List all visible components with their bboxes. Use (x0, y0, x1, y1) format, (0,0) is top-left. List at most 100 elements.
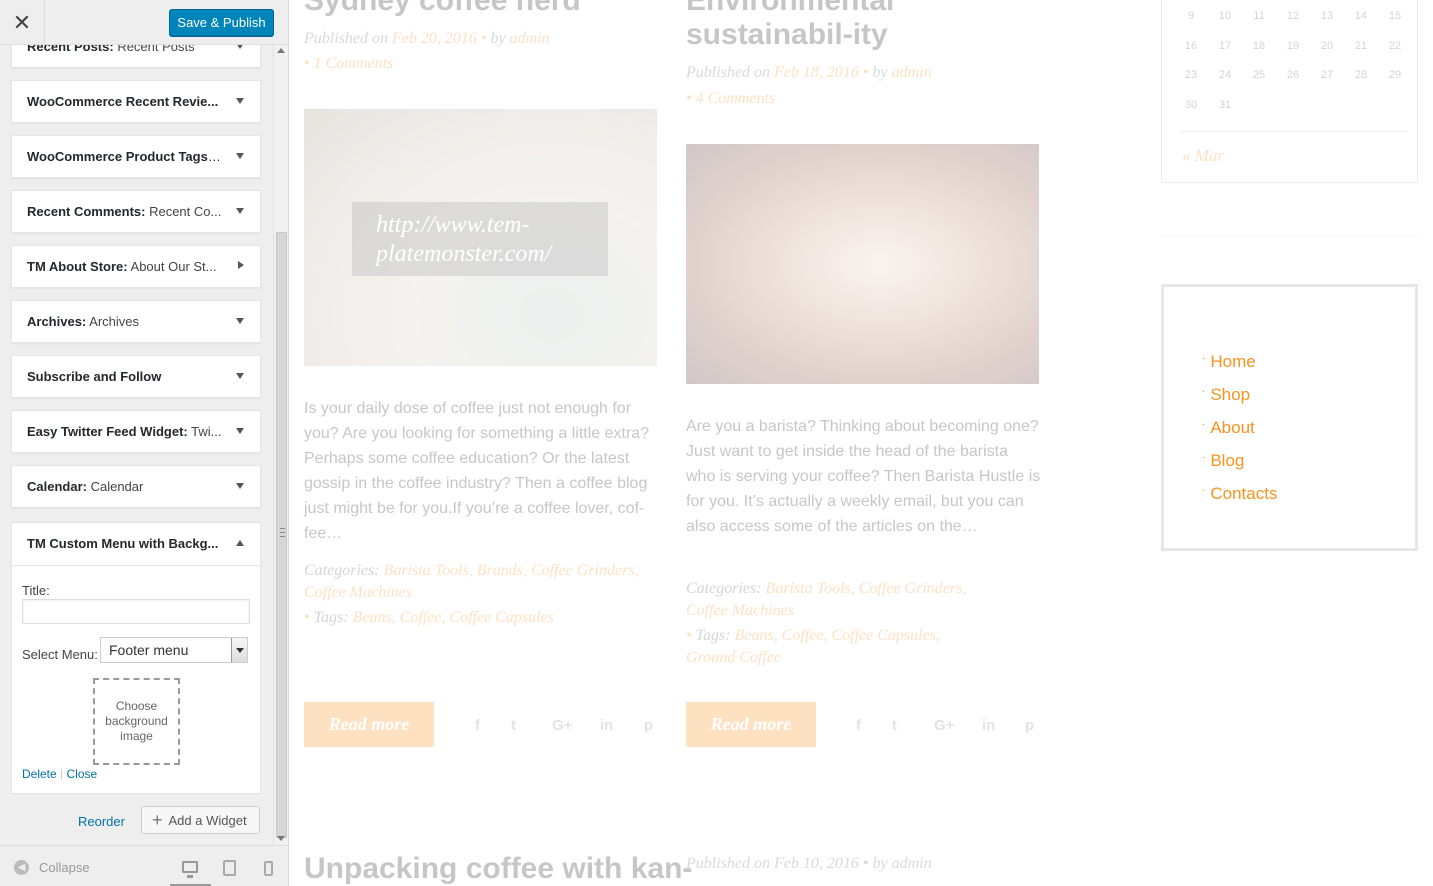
calendar-day: 14 (1354, 10, 1368, 22)
close-customizer-button[interactable]: ✕ (0, 0, 45, 45)
calendar-day: 11 (1253, 10, 1265, 22)
calendar-week: 9 10 11 12 13 14 15 (1174, 10, 1412, 22)
post-thumbnail[interactable] (686, 144, 1039, 384)
post-thumbnail[interactable]: http://www.tem-platemonster.com/ (304, 109, 657, 366)
facebook-icon[interactable]: f (856, 717, 861, 734)
choose-background-image-button[interactable]: Choose background image (93, 678, 180, 765)
custom-menu-widget-title[interactable]: TM Custom Menu with Backg... (27, 523, 222, 564)
chevron-down-icon[interactable] (236, 318, 244, 324)
calendar-prev-month-link[interactable]: « Mar (1182, 146, 1224, 166)
custom-menu-box: · Home · Shop · About · Blog · Contacts (1161, 284, 1418, 551)
chevron-down-icon[interactable] (236, 153, 244, 159)
comments-count[interactable]: 1 Comments (314, 55, 394, 72)
categories-label: Categories: (304, 562, 380, 579)
comments-count[interactable]: 4 Comments (696, 90, 776, 107)
collapse-button[interactable]: ◀ Collapse (14, 860, 90, 875)
title-input[interactable] (22, 599, 250, 624)
chevron-down-icon[interactable] (236, 428, 244, 434)
reorder-link[interactable]: Reorder (78, 814, 125, 829)
widget-row[interactable]: TM About Store: About Our St... (11, 245, 261, 288)
widget-instance-title: Twi... (187, 424, 222, 439)
menu-item-shop[interactable]: · Shop (1202, 385, 1250, 405)
menu-item-about[interactable]: · About (1202, 418, 1255, 438)
add-widget-button[interactable]: + Add a Widget (141, 806, 260, 834)
meta-author[interactable]: admin (892, 64, 932, 81)
widget-title[interactable]: Archives: Archives (27, 301, 222, 342)
link-separator: | (60, 767, 64, 781)
widget-title[interactable]: TM About Store: About Our St... (27, 246, 222, 287)
chevron-down-icon[interactable] (236, 98, 244, 104)
widget-row[interactable]: Recent Comments: Recent Co... (11, 190, 261, 233)
post-title[interactable]: Environmental sustainabil-ity (686, 0, 1046, 52)
pinterest-icon[interactable]: p (1025, 717, 1034, 734)
calendar-day: 15 (1388, 10, 1402, 22)
google-plus-icon[interactable]: G+ (552, 717, 572, 734)
widget-row[interactable]: WooCommerce Product Tags:... (11, 135, 261, 178)
widget-row[interactable]: Calendar: Calendar (11, 465, 261, 508)
widget-title[interactable]: Calendar: Calendar (27, 466, 222, 507)
linkedin-icon[interactable]: in (600, 717, 613, 734)
linkedin-icon[interactable]: in (982, 717, 995, 734)
save-publish-button[interactable]: Save & Publish (169, 9, 274, 36)
meta-date[interactable]: Feb 20, 2016 (392, 30, 477, 47)
tablet-preview-icon[interactable] (223, 860, 236, 876)
chevron-up-icon[interactable] (236, 540, 244, 546)
widget-title[interactable]: Subscribe and Follow (27, 356, 222, 397)
widget-title[interactable]: Recent Comments: Recent Co... (27, 191, 222, 232)
grip-icon (280, 528, 285, 537)
meta-author[interactable]: admin (510, 30, 550, 47)
calendar-day: 17 (1218, 40, 1232, 52)
post-comments[interactable]: • 4 Comments (686, 90, 775, 108)
widget-type: WooCommerce Product Tags:... (27, 149, 222, 164)
chevron-down-icon[interactable] (236, 373, 244, 379)
dropdown-arrow-icon[interactable] (231, 638, 247, 662)
menu-item-label: About (1210, 418, 1255, 437)
calendar-day: 22 (1388, 40, 1402, 52)
menu-item-blog[interactable]: · Blog (1202, 451, 1244, 471)
select-menu-dropdown[interactable]: Footer menu (100, 637, 248, 663)
chevron-down-icon[interactable] (236, 483, 244, 489)
widget-instance-title: Calendar (86, 479, 144, 494)
menu-item-home[interactable]: · Home (1202, 352, 1256, 372)
google-plus-icon[interactable]: G+ (934, 717, 954, 734)
chevron-down-icon[interactable] (236, 208, 244, 214)
read-more-button[interactable]: Read more (686, 702, 816, 747)
scroll-down-arrow-icon[interactable] (277, 836, 285, 841)
read-more-button[interactable]: Read more (304, 702, 434, 747)
widget-row[interactable]: Subscribe and Follow (11, 355, 261, 398)
facebook-icon[interactable]: f (475, 717, 480, 734)
scroll-up-arrow-icon[interactable] (277, 48, 285, 53)
close-link[interactable]: Close (67, 767, 98, 781)
meta-by: by (490, 30, 506, 47)
calendar-day: 27 (1320, 69, 1334, 81)
widget-row[interactable]: Recent Posts: Recent Posts (11, 45, 261, 68)
desktop-preview-icon[interactable] (182, 861, 198, 878)
chevron-down-icon[interactable] (236, 45, 244, 49)
menu-item-contacts[interactable]: · Contacts (1202, 484, 1277, 504)
post-title[interactable]: Unpacking coffee with kan- (304, 852, 692, 886)
calendar-day: 10 (1218, 10, 1232, 22)
widget-title[interactable]: Easy Twitter Feed Widget: Twi... (27, 411, 222, 452)
meta-date[interactable]: Feb 18, 2016 (774, 64, 859, 81)
post-title[interactable]: Sydney coffee herd (304, 0, 664, 18)
mobile-preview-icon[interactable] (264, 861, 273, 876)
title-label: Title: (22, 583, 50, 598)
widget-row[interactable]: WooCommerce Recent Revie... (11, 80, 261, 123)
calendar-day: 24 (1218, 69, 1232, 81)
widget-title[interactable]: Recent Posts: Recent Posts (27, 45, 222, 67)
tags-links[interactable]: Beans, Coffee, Coffee Capsules (353, 609, 554, 626)
post-comments[interactable]: • 1 Comments (304, 55, 393, 73)
sidebar-scrollbar[interactable] (273, 45, 288, 845)
calendar-week: 30 31 (1174, 99, 1242, 111)
widget-row[interactable]: Easy Twitter Feed Widget: Twi... (11, 410, 261, 453)
delete-link[interactable]: Delete (22, 767, 57, 781)
widget-title[interactable]: WooCommerce Recent Revie... (27, 81, 222, 122)
pinterest-icon[interactable]: p (644, 717, 653, 734)
scrollbar-thumb[interactable] (276, 232, 287, 838)
twitter-icon[interactable]: t (892, 717, 897, 734)
widget-title[interactable]: WooCommerce Product Tags:... (27, 136, 222, 177)
widget-row[interactable]: Archives: Archives (11, 300, 261, 343)
chevron-right-icon[interactable] (238, 261, 244, 269)
widget-instance-title: Recent Co... (145, 204, 222, 219)
twitter-icon[interactable]: t (511, 717, 516, 734)
